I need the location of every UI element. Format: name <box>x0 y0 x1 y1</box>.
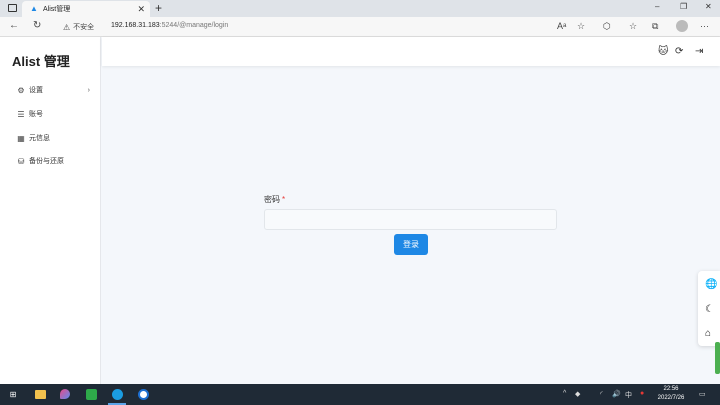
tray-chevron-icon[interactable]: ^ <box>563 390 566 397</box>
alist-logo-icon: ▲ <box>30 4 38 13</box>
url-path: :5244/@manage/login <box>159 22 229 29</box>
file-explorer-icon[interactable] <box>33 387 47 401</box>
address-bar[interactable]: 192.168.31.183:5244/@manage/login <box>111 22 228 29</box>
warning-icon: ⚠ <box>63 22 71 32</box>
refresh-icon[interactable]: ⟳ <box>675 46 683 57</box>
insecure-label: 不安全 <box>73 24 95 31</box>
minimize-button[interactable]: – <box>655 2 659 11</box>
app-topbar: 🐱 ⟳ ⇥ <box>102 37 720 66</box>
github-icon[interactable]: 🐱 <box>658 46 668 57</box>
chat-app-icon[interactable] <box>136 387 150 401</box>
browser-tab[interactable]: ▲ Alist管理 ✕ <box>22 1 150 17</box>
collections-icon[interactable]: ⧉ <box>652 21 658 32</box>
sidebar-item-backup[interactable]: ⛁ 备份与还原 <box>16 156 94 166</box>
browser-navbar: ← ↻ ⚠ 不安全 192.168.31.183:5244/@manage/lo… <box>0 17 720 37</box>
password-input[interactable] <box>264 209 557 230</box>
password-label-text: 密码 <box>264 195 280 204</box>
tab-actions-icon[interactable] <box>8 4 17 12</box>
network-icon[interactable]: ◜ <box>600 390 603 398</box>
add-favorite-icon[interactable]: ☆ <box>577 21 585 32</box>
sidebar-item-label: 设置 <box>29 87 43 94</box>
sidebar-item-label: 备份与还原 <box>29 158 64 165</box>
language-icon[interactable]: 🌐 <box>705 279 717 290</box>
read-aloud-icon[interactable]: Aᵃ <box>557 21 566 31</box>
start-icon[interactable]: ⊞ <box>6 387 20 401</box>
dark-mode-icon[interactable]: ☾ <box>705 304 714 315</box>
reload-icon[interactable]: ↻ <box>33 20 41 32</box>
sidebar-item-settings[interactable]: ⚙ 设置 › <box>16 85 94 95</box>
green-app-icon[interactable] <box>84 387 98 401</box>
new-tab-button[interactable]: + <box>155 1 162 15</box>
back-icon[interactable]: ← <box>9 20 19 32</box>
floating-toolbar: 🌐 ☾ ⌂ <box>698 271 720 346</box>
browser-titlebar: ▲ Alist管理 ✕ + – ❐ ✕ <box>0 0 720 17</box>
more-menu-icon[interactable]: ··· <box>700 21 709 31</box>
logout-icon[interactable]: ⇥ <box>695 46 703 57</box>
extensions-icon[interactable]: ⬡ <box>603 21 611 32</box>
required-mark: * <box>282 195 286 204</box>
side-scroll-handle[interactable] <box>715 342 720 374</box>
url-host: 192.168.31.183 <box>111 22 160 29</box>
security-indicator[interactable]: ⚠ 不安全 <box>63 22 94 32</box>
list-icon: ☰ <box>17 109 25 119</box>
favorites-icon[interactable]: ☆ <box>629 21 637 32</box>
password-label: 密码 * <box>264 194 285 205</box>
gear-icon: ⚙ <box>17 85 25 95</box>
database-icon: ⛁ <box>17 156 25 166</box>
clock-time: 22:56 <box>663 386 679 392</box>
app-area: Alist 管理 ⚙ 设置 › ☰ 账号 ▦ 元信息 ⛁ 备份与还原 🐱 ⟳ ⇥… <box>0 37 720 384</box>
shield-tray-icon[interactable]: ◆ <box>575 390 580 398</box>
sidebar-item-label: 账号 <box>29 111 43 118</box>
sidebar-item-label: 元信息 <box>29 135 50 142</box>
taskbar: ⊞ ^ ◆ ◜ 🔊 中 ● 22:56 2022/7/26 ▭ <box>0 384 720 405</box>
sidebar-item-accounts[interactable]: ☰ 账号 <box>16 109 94 119</box>
system-clock[interactable]: 22:56 2022/7/26 <box>650 385 692 403</box>
meta-icon: ▦ <box>17 133 25 143</box>
home-icon[interactable]: ⌂ <box>705 328 711 339</box>
sidebar-item-meta[interactable]: ▦ 元信息 <box>16 133 94 143</box>
ime-indicator[interactable]: 中 <box>625 390 632 400</box>
chevron-right-icon: › <box>87 86 90 94</box>
tab-title: Alist管理 <box>43 6 71 13</box>
app-brand: Alist 管理 <box>12 54 70 69</box>
restore-button[interactable]: ❐ <box>680 2 687 11</box>
login-button[interactable]: 登录 <box>394 234 428 255</box>
tab-close-icon[interactable]: ✕ <box>137 4 145 15</box>
edge-browser-icon[interactable] <box>110 387 124 401</box>
window-close-button[interactable]: ✕ <box>705 2 712 11</box>
clock-date: 2022/7/26 <box>657 395 685 401</box>
profile-avatar[interactable] <box>676 20 688 32</box>
notifications-icon[interactable]: ▭ <box>699 390 706 398</box>
sidebar: Alist 管理 ⚙ 设置 › ☰ 账号 ▦ 元信息 ⛁ 备份与还原 <box>0 37 101 384</box>
sogou-ime-icon[interactable]: ● <box>640 390 644 397</box>
app-colorful-icon[interactable] <box>58 387 72 401</box>
volume-icon[interactable]: 🔊 <box>612 390 621 398</box>
